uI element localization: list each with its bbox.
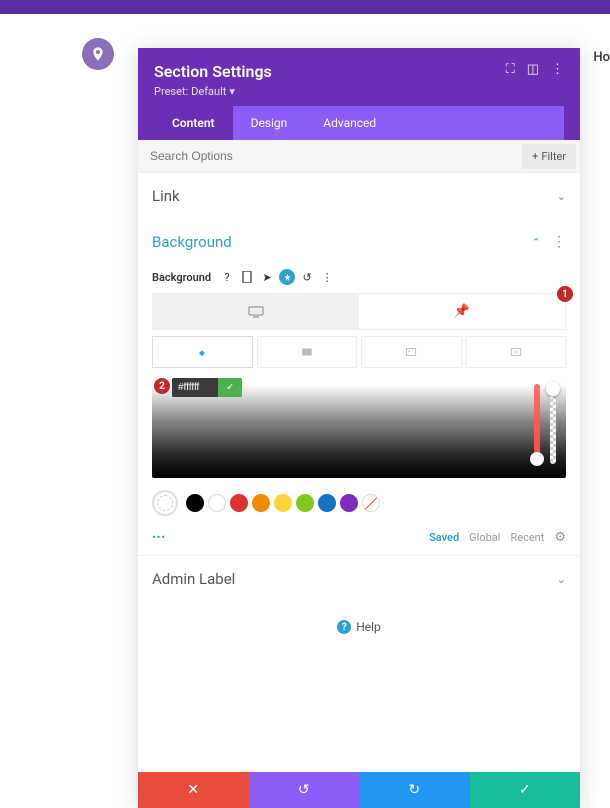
global-tab[interactable]: Global [469, 531, 500, 544]
sub-tab-video[interactable] [466, 336, 567, 368]
search-row: + Filter [138, 140, 580, 173]
swatch-black[interactable] [186, 494, 204, 512]
section-settings-modal: Section Settings Preset: Default ▾ ⛶ ◫ ⋮… [138, 48, 580, 808]
header-ho-text: Ho [593, 50, 610, 65]
swatch-current[interactable] [152, 490, 178, 516]
swatch-white[interactable] [208, 494, 226, 512]
layout-icon[interactable]: ◫ [527, 62, 539, 77]
video-icon [509, 345, 523, 359]
section-link-label: Link [152, 187, 180, 205]
section-background-label: Background [152, 233, 232, 251]
background-option-label: Background [152, 271, 211, 284]
paint-bucket-icon [195, 345, 209, 359]
filter-label: Filter [541, 150, 566, 163]
tab-design[interactable]: Design [233, 106, 306, 140]
monitor-icon [248, 306, 264, 318]
device-tab-desktop[interactable] [153, 294, 359, 329]
annotation-2: 2 [154, 378, 170, 394]
help-label: Help [356, 620, 381, 634]
pin-icon[interactable] [279, 269, 295, 285]
help-row[interactable]: ? Help [138, 602, 580, 652]
search-input[interactable] [138, 140, 518, 172]
color-picker-area[interactable]: 2 ✓ [152, 374, 566, 478]
help-icon[interactable]: ? [219, 269, 235, 285]
color-input-wrap: ✓ [172, 378, 242, 397]
swatch-red[interactable] [230, 494, 248, 512]
plus-icon: + [532, 150, 538, 163]
color-swatches [152, 478, 566, 524]
section-admin-label[interactable]: Admin Label ⌄ [138, 555, 580, 602]
annotation-1: 1 [557, 286, 573, 302]
chevron-down-icon: ⌄ [557, 190, 566, 203]
swatch-lime[interactable] [296, 494, 314, 512]
expand-icon[interactable]: ⛶ [506, 62, 515, 77]
swatch-yellow[interactable] [274, 494, 292, 512]
hue-slider[interactable] [534, 384, 540, 464]
preset-label: Preset: [154, 85, 188, 98]
tab-advanced[interactable]: Advanced [305, 106, 394, 140]
modal-footer: ✕ ↺ ↻ ✓ [138, 772, 580, 808]
color-confirm-button[interactable]: ✓ [218, 378, 242, 397]
more-horizontal-icon[interactable]: ••• [152, 531, 166, 544]
swatch-blue[interactable] [318, 494, 336, 512]
location-badge[interactable] [82, 38, 114, 70]
mobile-icon[interactable] [239, 269, 255, 285]
more-vertical-icon[interactable]: ⋮ [552, 234, 566, 250]
section-admin-label-text: Admin Label [152, 570, 235, 588]
color-hex-input[interactable] [172, 378, 218, 397]
modal-title: Section Settings [154, 62, 272, 81]
saved-tab[interactable]: Saved [429, 531, 459, 544]
sub-tab-color[interactable] [152, 336, 253, 368]
hue-slider-handle[interactable] [530, 452, 544, 466]
alpha-slider[interactable] [550, 384, 556, 464]
device-tabs: 📌 1 [152, 293, 566, 330]
section-background[interactable]: Background ⌃ ⋮ [138, 219, 580, 265]
chevron-down-icon: ▾ [229, 85, 235, 98]
chevron-down-icon: ⌄ [557, 573, 566, 586]
gear-icon[interactable]: ⚙ [554, 530, 566, 545]
save-button[interactable]: ✓ [470, 772, 581, 808]
undo-button[interactable]: ↺ [249, 772, 360, 808]
pushpin-icon: 📌 [454, 304, 470, 319]
page-top-bar [0, 0, 610, 14]
background-controls: Background ? ➤ ↺ ⋮ 📌 1 [138, 265, 580, 555]
section-link[interactable]: Link ⌄ [138, 173, 580, 219]
help-icon: ? [337, 620, 351, 634]
cancel-button[interactable]: ✕ [138, 772, 249, 808]
sub-tab-gradient[interactable] [257, 336, 358, 368]
recent-tab[interactable]: Recent [510, 531, 544, 544]
sub-tab-image[interactable] [361, 336, 462, 368]
map-pin-icon [90, 46, 106, 62]
reset-icon[interactable]: ↺ [299, 269, 315, 285]
saved-palettes-row: ••• Saved Global Recent ⚙ [152, 524, 566, 555]
preset-value: Default [191, 85, 226, 98]
modal-preset[interactable]: Preset: Default ▾ [154, 85, 272, 98]
swatch-orange[interactable] [252, 494, 270, 512]
gradient-icon [300, 345, 314, 359]
image-icon [404, 345, 418, 359]
modal-tabs: Content Design Advanced [154, 106, 564, 140]
cursor-icon[interactable]: ➤ [259, 269, 275, 285]
redo-button[interactable]: ↻ [359, 772, 470, 808]
alpha-slider-handle[interactable] [546, 382, 560, 396]
more-vertical-icon[interactable]: ⋮ [319, 269, 335, 285]
more-vertical-icon[interactable]: ⋮ [551, 62, 564, 77]
swatch-purple[interactable] [340, 494, 358, 512]
modal-spacer [138, 652, 580, 772]
filter-button[interactable]: + Filter [522, 144, 576, 169]
background-sub-tabs [152, 336, 566, 368]
modal-header: Section Settings Preset: Default ▾ ⛶ ◫ ⋮… [138, 48, 580, 140]
chevron-up-icon: ⌃ [532, 236, 541, 249]
device-tab-hover[interactable]: 📌 [359, 294, 565, 329]
tab-content[interactable]: Content [154, 106, 233, 140]
swatch-none[interactable] [362, 494, 380, 512]
